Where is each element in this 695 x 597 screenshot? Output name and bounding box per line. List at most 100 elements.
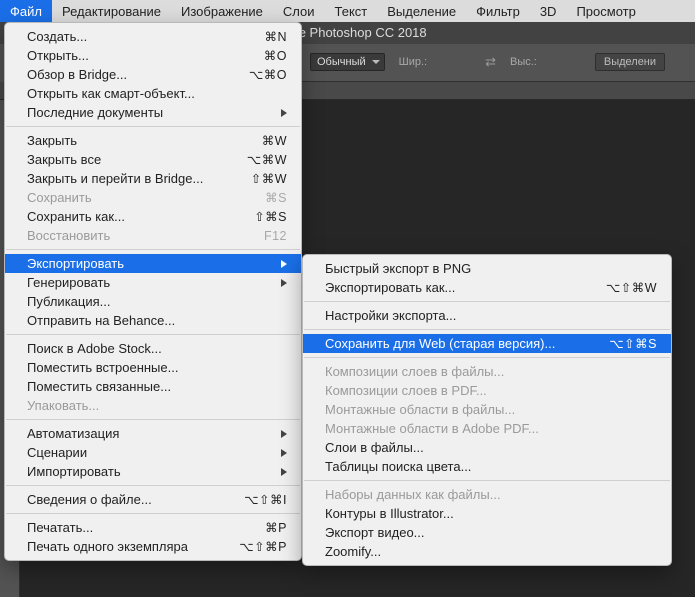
file-menu-item[interactable]: Обзор в Bridge... ⌥⌘O [5,65,301,84]
blend-mode-select[interactable]: Обычный [310,53,385,71]
menu-item-shortcut: ⌥⇧⌘P [235,539,287,554]
menu-item-label: Автоматизация [27,426,253,441]
file-menu-item[interactable]: Сведения о файле...⌥⇧⌘I [5,490,301,509]
file-menu-item[interactable]: Отправить на Behance... [5,311,301,330]
file-menu-item[interactable]: Поиск в Adobe Stock... [5,339,301,358]
menu-item-label: Печать одного экземпляра [27,539,207,554]
menu-item-shortcut: ⇧⌘S [235,209,287,224]
menu-item-label: Открыть... [27,48,207,63]
menu-item-label: Поместить связанные... [27,379,287,394]
menu-item-label: Таблицы поиска цвета... [325,459,657,474]
menu-item-label: Композиции слоев в файлы... [325,364,657,379]
menu-item-label: Упаковать... [27,398,287,413]
menu-item-label: Печатать... [27,520,207,535]
export-menu-item: Монтажные области в Adobe PDF... [303,419,671,438]
export-menu-separator [304,357,670,358]
menubar-item-7[interactable]: 3D [530,0,567,22]
file-menu-item[interactable]: Автоматизация [5,424,301,443]
file-menu-item[interactable]: Открыть...⌘O [5,46,301,65]
selection-button[interactable]: Выделени [595,53,665,71]
menu-item-shortcut: ⌥⇧⌘I [235,492,287,507]
file-menu-item[interactable]: Печать одного экземпляра ⌥⇧⌘P [5,537,301,556]
menu-item-shortcut: ⌥⇧⌘W [605,280,657,295]
file-menu-separator [6,126,300,127]
file-menu-item[interactable]: Экспортировать [5,254,301,273]
export-menu-item[interactable]: Zoomify... [303,542,671,561]
file-menu-item[interactable]: Публикация... [5,292,301,311]
menu-item-label: Отправить на Behance... [27,313,287,328]
export-menu-item[interactable]: Быстрый экспорт в PNG [303,259,671,278]
export-menu-item[interactable]: Таблицы поиска цвета... [303,457,671,476]
file-menu-item[interactable]: Поместить встроенные... [5,358,301,377]
menu-item-label: Генерировать [27,275,253,290]
file-menu-item[interactable]: Сценарии [5,443,301,462]
menu-item-shortcut: ⌘W [235,133,287,148]
menu-item-shortcut: F12 [235,229,287,243]
file-menu-separator [6,513,300,514]
menu-item-label: Публикация... [27,294,287,309]
file-menu-item[interactable]: Поместить связанные... [5,377,301,396]
export-menu-separator [304,480,670,481]
menu-item-label: Закрыть все [27,152,207,167]
chevron-right-icon [281,279,287,287]
height-label: Выс.: [510,56,537,68]
file-menu-item[interactable]: Закрыть все⌥⌘W [5,150,301,169]
file-menu-item: Сохранить⌘S [5,188,301,207]
export-menu-item: Композиции слоев в файлы... [303,362,671,381]
menubar-item-4[interactable]: Текст [325,0,378,22]
export-menu-item[interactable]: Контуры в Illustrator... [303,504,671,523]
menubar: ФайлРедактированиеИзображениеСлоиТекстВы… [0,0,695,22]
menu-item-label: Обзор в Bridge... [27,67,207,82]
menubar-item-6[interactable]: Фильтр [466,0,530,22]
file-menu-item[interactable]: Открыть как смарт-объект... [5,84,301,103]
menu-item-label: Настройки экспорта... [325,308,657,323]
file-menu-item[interactable]: Печатать...⌘P [5,518,301,537]
menubar-item-0[interactable]: Файл [0,0,52,22]
menu-item-shortcut: ⌘S [235,190,287,205]
menu-item-label: Экспорт видео... [325,525,657,540]
menu-item-label: Монтажные области в Adobe PDF... [325,421,657,436]
menu-item-label: Быстрый экспорт в PNG [325,261,657,276]
file-menu-item[interactable]: Закрыть и перейти в Bridge...⇧⌘W [5,169,301,188]
menubar-item-3[interactable]: Слои [273,0,325,22]
file-menu-separator [6,249,300,250]
chevron-right-icon [281,109,287,117]
file-menu-item[interactable]: Закрыть⌘W [5,131,301,150]
export-menu-item[interactable]: Экспортировать как... ⌥⇧⌘W [303,278,671,297]
menu-item-label: Открыть как смарт-объект... [27,86,287,101]
menu-item-shortcut: ⌥⇧⌘S [605,336,657,351]
export-submenu: Быстрый экспорт в PNG Экспортировать как.… [302,254,672,566]
menu-item-label: Создать... [27,29,207,44]
menu-item-label: Монтажные области в файлы... [325,402,657,417]
file-menu-separator [6,419,300,420]
swap-icon[interactable]: ⇄ [485,54,496,70]
chevron-down-icon [372,60,380,64]
file-menu-item[interactable]: Сохранить как...⇧⌘S [5,207,301,226]
menu-item-label: Сценарии [27,445,253,460]
menu-item-label: Контуры в Illustrator... [325,506,657,521]
menu-item-label: Наборы данных как файлы... [325,487,657,502]
file-menu-item[interactable]: Последние документы [5,103,301,122]
chevron-right-icon [281,468,287,476]
menu-item-label: Поместить встроенные... [27,360,287,375]
menu-item-label: Экспортировать как... [325,280,577,295]
file-menu-item: Упаковать... [5,396,301,415]
export-menu-item[interactable]: Экспорт видео... [303,523,671,542]
export-menu-item[interactable]: Сохранить для Web (старая версия)... ⌥⇧⌘S [303,334,671,353]
menu-item-label: Последние документы [27,105,253,120]
file-menu-separator [6,485,300,486]
file-menu-item[interactable]: Создать...⌘N [5,27,301,46]
menu-item-shortcut: ⌥⌘O [235,67,287,82]
menubar-item-1[interactable]: Редактирование [52,0,171,22]
menubar-item-2[interactable]: Изображение [171,0,273,22]
menu-item-label: Импортировать [27,464,253,479]
menu-item-label: Композиции слоев в PDF... [325,383,657,398]
menubar-item-5[interactable]: Выделение [377,0,466,22]
menu-item-label: Экспортировать [27,256,253,271]
file-menu-item[interactable]: Импортировать [5,462,301,481]
file-menu-item[interactable]: Генерировать [5,273,301,292]
menubar-item-8[interactable]: Просмотр [566,0,645,22]
menu-item-label: Сохранить для Web (старая версия)... [325,336,577,351]
export-menu-item[interactable]: Слои в файлы... [303,438,671,457]
export-menu-item[interactable]: Настройки экспорта... [303,306,671,325]
